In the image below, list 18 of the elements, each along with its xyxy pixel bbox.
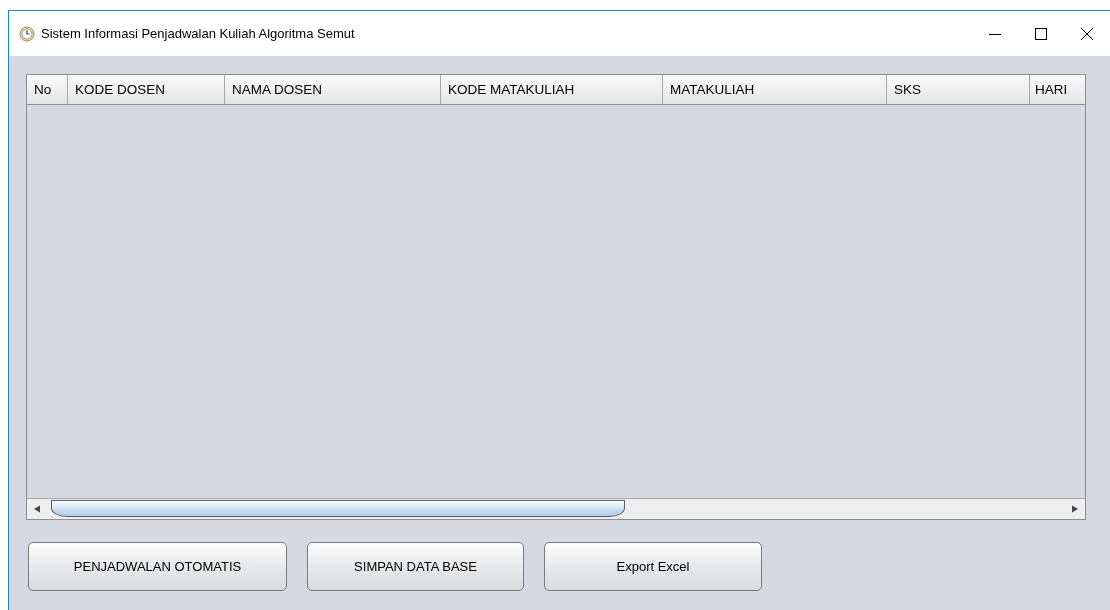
scroll-right-icon[interactable]: [1071, 505, 1079, 513]
column-header[interactable]: No: [27, 75, 68, 104]
horizontal-scrollbar[interactable]: [27, 498, 1085, 519]
column-header[interactable]: KODE DOSEN: [68, 75, 225, 104]
action-button[interactable]: Export Excel: [544, 542, 762, 591]
window-title: Sistem Informasi Penjadwalan Kuliah Algoritma Semut: [41, 26, 356, 41]
column-header[interactable]: NAMA DOSEN: [225, 75, 441, 104]
scroll-left-icon[interactable]: [33, 505, 41, 513]
column-header[interactable]: HARI: [1030, 75, 1083, 104]
column-header[interactable]: MATAKULIAH: [663, 75, 887, 104]
scrollbar-thumb[interactable]: [51, 500, 625, 517]
column-header[interactable]: SKS: [887, 75, 1030, 104]
clock-icon: [19, 25, 35, 42]
column-header[interactable]: KODE MATAKULIAH: [441, 75, 663, 104]
action-button[interactable]: PENJADWALAN OTOMATIS: [28, 542, 287, 591]
maximize-icon[interactable]: [1034, 26, 1048, 41]
close-icon[interactable]: [1080, 26, 1094, 41]
action-button[interactable]: SIMPAN DATA BASE: [307, 542, 524, 591]
